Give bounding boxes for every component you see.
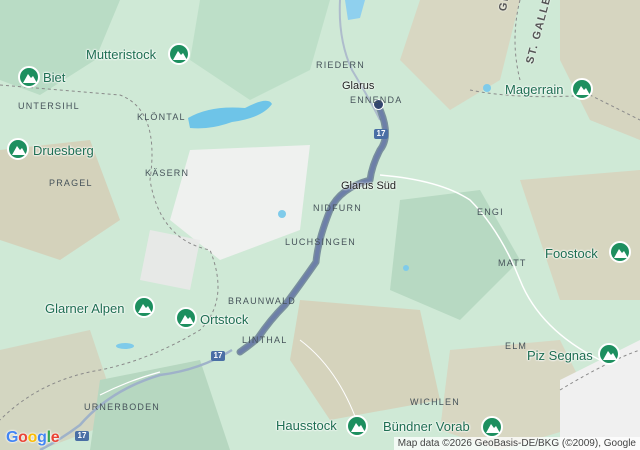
peak-label-mutterstock[interactable]: Mutteristock [86, 47, 156, 62]
peak-label-bundner-vorab[interactable]: Bündner Vorab [383, 419, 470, 434]
place-label-wichlen: WICHLEN [410, 397, 460, 407]
place-label-klontal: KLÖNTAL [137, 112, 186, 122]
place-label-riedern: RIEDERN [316, 60, 365, 70]
mountain-icon[interactable] [7, 138, 29, 160]
mountain-icon[interactable] [571, 78, 593, 100]
place-label-braunwald: BRAUNWALD [228, 296, 296, 306]
place-label-untersihl: UNTERSIHL [18, 101, 80, 111]
peak-label-hausstock[interactable]: Hausstock [276, 418, 337, 433]
road-shield-17: 17 [374, 129, 388, 139]
place-label-ennenda: ENNENDA [350, 95, 403, 105]
place-label-engi: ENGI [477, 207, 504, 217]
mountain-icon[interactable] [168, 43, 190, 65]
place-label-matt: MATT [498, 258, 527, 268]
place-label-glarus-sud: Glarus Süd [341, 180, 397, 192]
place-label-glarus: Glarus [342, 80, 375, 92]
place-label-pragel: PRAGEL [49, 178, 93, 188]
road-shield-17: 17 [75, 431, 89, 441]
place-label-elm: ELM [505, 341, 528, 351]
mountain-icon[interactable] [133, 296, 155, 318]
place-label-luchsingen: LUCHSINGEN [285, 237, 357, 247]
peak-label-ortstock[interactable]: Ortstock [200, 312, 248, 327]
road-shield-17: 17 [211, 351, 225, 361]
peak-label-glarner-alpen[interactable]: Glarner Alpen [45, 301, 125, 316]
peak-label-magerrain[interactable]: Magerrain [505, 82, 564, 97]
mountain-icon[interactable] [609, 241, 631, 263]
peak-label-foostock[interactable]: Foostock [545, 246, 598, 261]
place-label-urnerboden: URNERBODEN [84, 402, 161, 412]
mountain-icon[interactable] [598, 343, 620, 365]
place-label-linthal: LINTHAL [242, 335, 288, 345]
mountain-icon[interactable] [18, 66, 40, 88]
peak-label-piz-segnas[interactable]: Piz Segnas [527, 348, 593, 363]
map-attribution[interactable]: Map data ©2026 GeoBasis-DE/BKG (©2009), … [393, 437, 640, 450]
mountain-icon[interactable] [346, 415, 368, 437]
peak-label-druesberg[interactable]: Druesberg [33, 143, 94, 158]
google-logo: Google [6, 429, 60, 446]
peak-label-biet[interactable]: Biet [43, 70, 65, 85]
place-label-kasern: KÄSERN [145, 168, 190, 178]
mountain-icon[interactable] [481, 416, 503, 438]
mountain-icon[interactable] [175, 307, 197, 329]
place-label-nidfurn: NIDFURN [313, 203, 362, 213]
map-canvas[interactable]: GLARUS ST. GALLEN RIEDERN Glarus ENNENDA… [0, 0, 640, 450]
